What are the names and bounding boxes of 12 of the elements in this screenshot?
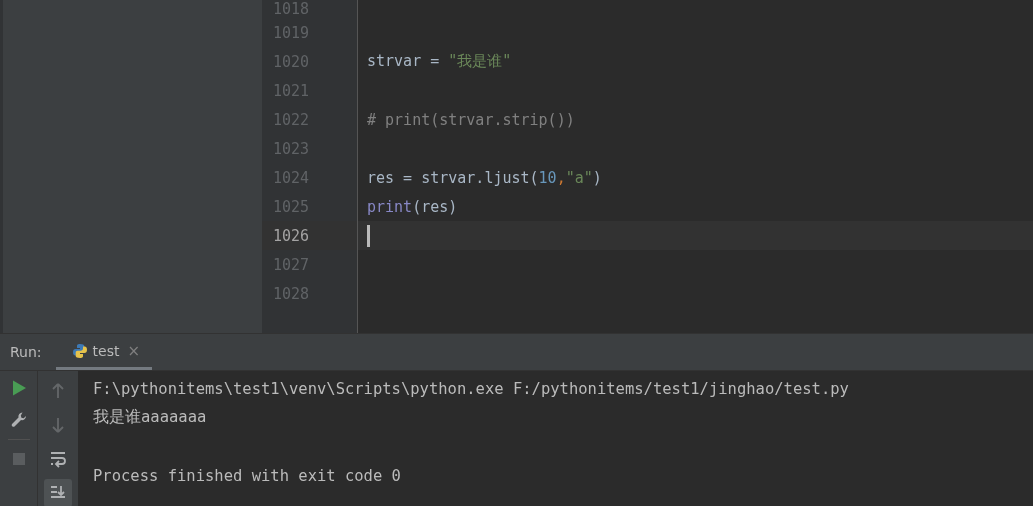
wrench-icon[interactable] [9, 411, 28, 429]
code-line: # print(strvar.strip()) [367, 110, 575, 129]
exit-message: Process finished with exit code 0 [93, 466, 401, 485]
console-line: 我是谁aaaaaaa [93, 407, 207, 428]
scroll-to-end-icon[interactable] [44, 479, 72, 506]
code-line: res = strvar.ljust(10,"a") [367, 168, 602, 187]
line-number: 1026 [272, 226, 309, 245]
console-line: F:\pythonitems\test1\venv\Scripts\python.exe F:/pythonitems/test1/jinghao/test.py [93, 379, 849, 398]
code-line: print(res) [367, 197, 458, 216]
code-line: strvar = "我是谁" [367, 52, 512, 71]
python-icon [71, 342, 88, 359]
run-label: Run: [9, 344, 43, 360]
